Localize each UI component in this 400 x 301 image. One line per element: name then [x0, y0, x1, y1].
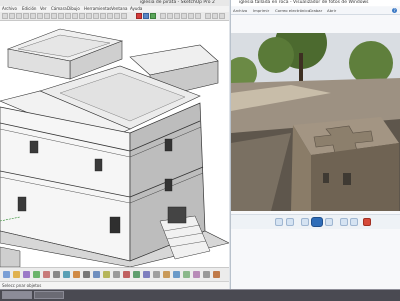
sketchup-title: iglesia de pirata - SketchUp Pro 2 — [140, 0, 215, 5]
sketchup-window: iglesia de pirata - SketchUp Pro 2 Archi… — [0, 0, 229, 300]
move-tool-icon[interactable] — [51, 13, 57, 19]
add-detail-icon[interactable] — [203, 271, 210, 278]
intersect-icon[interactable] — [113, 271, 120, 278]
zoom-icon[interactable] — [275, 218, 283, 226]
menu-edit[interactable]: Edición — [22, 6, 36, 11]
menu-tools[interactable]: Herramientas — [84, 6, 111, 11]
union-icon[interactable] — [123, 271, 130, 278]
actual-size-icon[interactable] — [286, 218, 294, 226]
pan-tool-icon[interactable] — [100, 13, 106, 19]
push-pull-tool-icon[interactable] — [37, 13, 43, 19]
xray-icon[interactable] — [205, 13, 211, 19]
flip-edge-icon[interactable] — [213, 271, 220, 278]
rotate-right-icon[interactable] — [350, 218, 358, 226]
offset-tool-icon[interactable] — [44, 13, 50, 19]
photo-viewer-title-bar: iglesia tallada en roca - Visualizador d… — [231, 0, 400, 6]
extension-warehouse-icon[interactable] — [143, 13, 149, 19]
protractor-icon[interactable] — [73, 271, 80, 278]
smoove-icon[interactable] — [173, 271, 180, 278]
drape-icon[interactable] — [193, 271, 200, 278]
rotate-tool-icon[interactable] — [58, 13, 64, 19]
iso-view-icon[interactable] — [160, 13, 166, 19]
zoom-tool-icon[interactable] — [107, 13, 113, 19]
taskbar-sketchup[interactable] — [2, 291, 32, 299]
pv-menu-email[interactable]: Correo electrónico — [275, 8, 310, 13]
components-icon[interactable] — [121, 13, 127, 19]
select-tool-icon[interactable] — [2, 13, 8, 19]
menu-view[interactable]: Ver — [40, 6, 47, 11]
section-plane-icon[interactable] — [23, 271, 30, 278]
photo-viewer-window: iglesia tallada en roca - Visualizador d… — [230, 0, 400, 300]
left-view-icon[interactable] — [195, 13, 201, 19]
dimension-icon[interactable] — [63, 271, 70, 278]
stamp-icon[interactable] — [183, 271, 190, 278]
sketchup-top-toolbar — [0, 12, 229, 21]
menu-camera[interactable]: Cámara — [51, 6, 67, 11]
solid-tools-icon[interactable] — [53, 271, 60, 278]
right-view-icon[interactable] — [181, 13, 187, 19]
status-text: Selecc pnar objetos — [2, 283, 42, 288]
photo-viewer-title: iglesia tallada en roca - Visualizador d… — [239, 0, 369, 5]
axes-icon[interactable] — [83, 271, 90, 278]
menu-window[interactable]: Ventana — [111, 6, 127, 11]
layout-icon[interactable] — [150, 13, 156, 19]
menu-help[interactable]: Ayuda — [130, 6, 142, 11]
previous-icon[interactable] — [301, 218, 309, 226]
photo-viewer-controls — [231, 214, 400, 229]
walk-icon[interactable] — [3, 271, 10, 278]
split-icon[interactable] — [153, 271, 160, 278]
rotate-left-icon[interactable] — [340, 218, 348, 226]
shaded-icon[interactable] — [212, 13, 218, 19]
photo-viewer-menu-bar: Archivo Imprimir Correo electrónico Grab… — [231, 7, 400, 15]
slideshow-icon[interactable] — [311, 217, 323, 227]
subtract-icon[interactable] — [133, 271, 140, 278]
3d-warehouse-icon[interactable] — [136, 13, 142, 19]
pv-menu-burn[interactable]: Grabar — [309, 8, 322, 13]
eraser-tool-icon[interactable] — [9, 13, 15, 19]
paint-bucket-icon[interactable] — [86, 13, 92, 19]
3d-text-icon[interactable] — [103, 271, 110, 278]
scale-tool-icon[interactable] — [65, 13, 71, 19]
photo-display — [231, 33, 400, 211]
tape-measure-icon[interactable] — [72, 13, 78, 19]
front-view-icon[interactable] — [174, 13, 180, 19]
help-icon[interactable]: ? — [392, 8, 397, 13]
rock-church-photo — [231, 33, 400, 211]
sketchup-bottom-toolbar — [0, 267, 229, 282]
pv-menu-open[interactable]: Abrir — [327, 8, 336, 13]
taskbar-photo-viewer[interactable] — [34, 291, 64, 299]
orbit-tool-icon[interactable] — [93, 13, 99, 19]
taskbar — [0, 289, 400, 301]
delete-icon[interactable] — [363, 218, 371, 226]
follow-me-icon[interactable] — [43, 271, 50, 278]
pv-menu-print[interactable]: Imprimir — [253, 8, 269, 13]
sketchup-3d-viewport[interactable] — [0, 21, 229, 267]
trim-icon[interactable] — [143, 271, 150, 278]
outer-shell-icon[interactable] — [163, 271, 170, 278]
textured-icon[interactable] — [219, 13, 225, 19]
menu-file[interactable]: Archivo — [2, 6, 17, 11]
line-tool-icon[interactable] — [16, 13, 22, 19]
arc-tool-icon[interactable] — [23, 13, 29, 19]
shape-tool-icon[interactable] — [30, 13, 36, 19]
sketchup-status-bar: Selecc pnar objetos — [0, 281, 229, 289]
text-tool-icon[interactable] — [79, 13, 85, 19]
top-view-icon[interactable] — [167, 13, 173, 19]
zoom-extents-icon[interactable] — [114, 13, 120, 19]
church-3d-model — [0, 28, 229, 267]
pv-menu-file[interactable]: Archivo — [233, 8, 247, 13]
position-camera-icon[interactable] — [93, 271, 100, 278]
sandbox-icon[interactable] — [33, 271, 40, 278]
back-view-icon[interactable] — [188, 13, 194, 19]
next-icon[interactable] — [325, 218, 333, 226]
menu-draw[interactable]: Dibujo — [67, 6, 80, 11]
look-around-icon[interactable] — [13, 271, 20, 278]
